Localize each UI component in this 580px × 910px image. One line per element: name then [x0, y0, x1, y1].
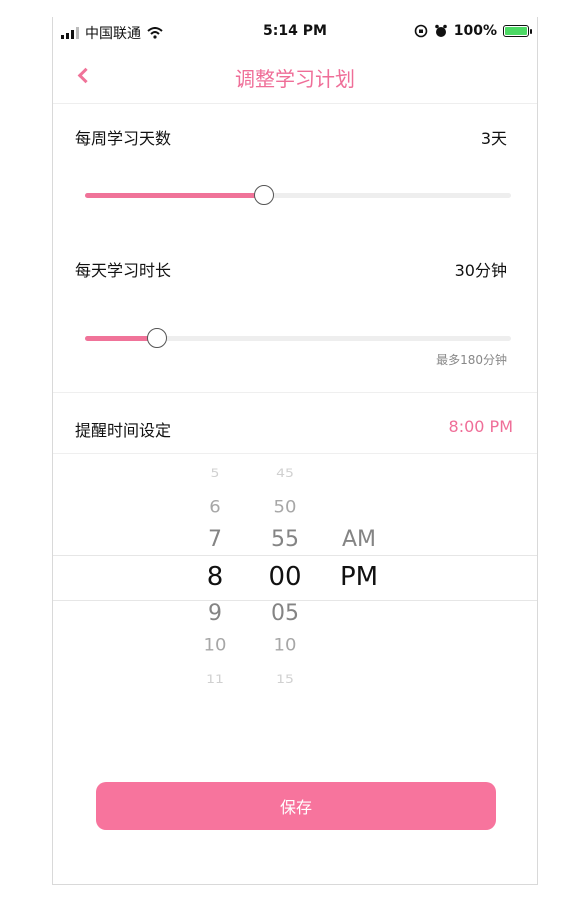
orientation-lock-icon	[414, 24, 428, 38]
daily-duration-label: 每天学习时长	[75, 261, 172, 280]
picker-item[interactable]: 5	[185, 468, 245, 479]
picker-item[interactable]: 00	[255, 564, 315, 590]
battery-icon	[503, 25, 532, 37]
picker-item[interactable]: 10	[185, 637, 245, 655]
status-bar: 中国联通 5:14 PM 100%	[53, 17, 537, 47]
daily-duration-value: 30分钟	[454, 261, 507, 280]
picker-item[interactable]: 05	[255, 603, 315, 625]
reminder-value[interactable]: 8:00 PM	[449, 417, 513, 436]
phone-screen: 中国联通 5:14 PM 100% 调整学习计划 每周学习天数 3天 每天学习时…	[52, 17, 538, 885]
picker-item[interactable]: 6	[185, 499, 245, 517]
weekly-days-label: 每周学习天数	[75, 129, 172, 148]
picker-item[interactable]: AM	[329, 529, 389, 551]
slider-thumb[interactable]	[147, 328, 168, 348]
picker-item[interactable]: 55	[255, 529, 315, 551]
picker-item[interactable]: 11	[185, 675, 245, 686]
reminder-label: 提醒时间设定	[75, 421, 172, 440]
weekly-days-value: 3天	[480, 129, 507, 148]
alarm-icon	[434, 24, 447, 37]
duration-hint: 最多180分钟	[436, 353, 507, 367]
picker-item[interactable]: 7	[185, 529, 245, 551]
save-button[interactable]: 保存	[96, 782, 496, 830]
picker-item[interactable]: 45	[255, 468, 315, 479]
divider	[53, 392, 537, 393]
time-picker[interactable]: 5 6 7 8 9 10 11 45 50 55 00 05 10 15 AM PM	[53, 454, 537, 699]
picker-item[interactable]: 10	[255, 637, 315, 655]
slider-thumb[interactable]	[253, 185, 274, 205]
daily-duration-slider[interactable]	[85, 328, 511, 348]
picker-item[interactable]: PM	[329, 564, 389, 590]
weekly-days-slider[interactable]	[85, 185, 511, 205]
battery-percent: 100%	[453, 23, 497, 39]
picker-item[interactable]: 9	[185, 603, 245, 625]
nav-bar: 调整学习计划	[53, 51, 537, 104]
status-right: 100%	[414, 23, 532, 39]
picker-item[interactable]: 50	[255, 499, 315, 517]
picker-item[interactable]: 15	[255, 675, 315, 686]
slider-fill	[85, 193, 264, 198]
page-title: 调整学习计划	[235, 67, 355, 91]
picker-item[interactable]: 8	[185, 564, 245, 590]
